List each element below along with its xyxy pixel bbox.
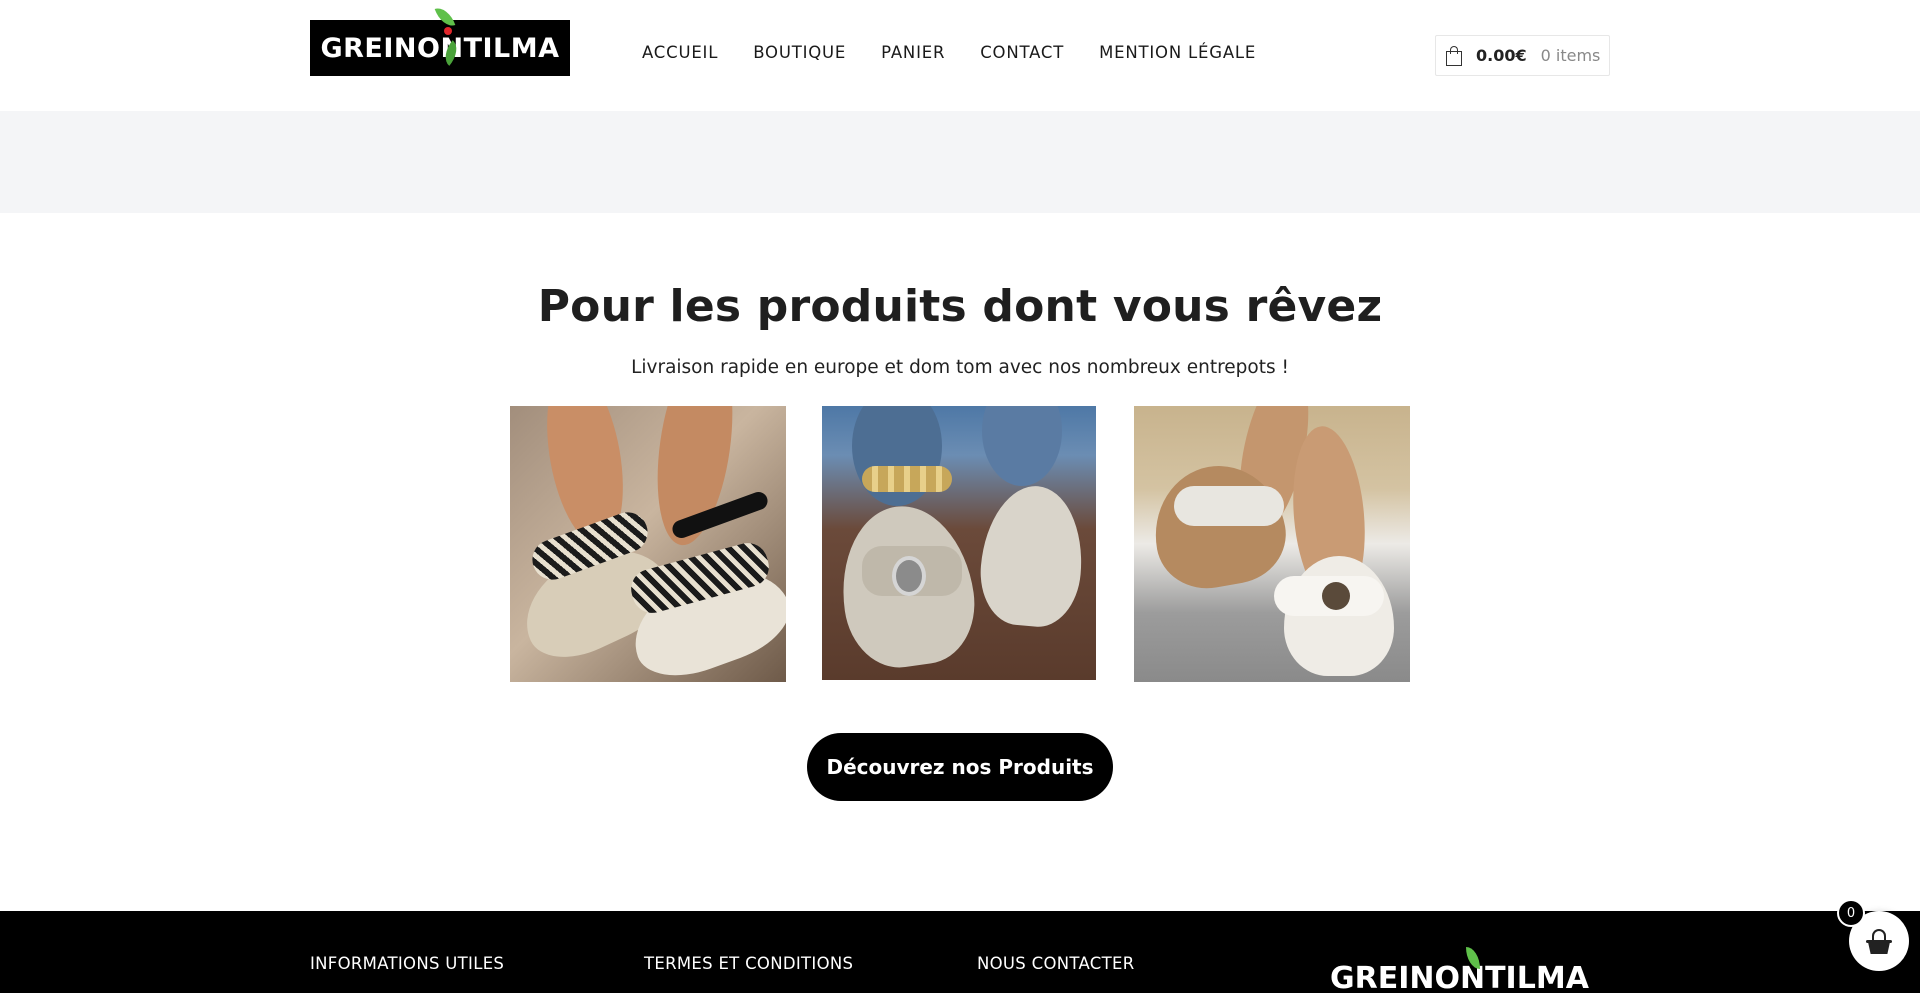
nav-item-mention-legale[interactable]: MENTION LÉGALE [1099, 43, 1256, 62]
cart-item-count: 0 items [1540, 46, 1601, 65]
footer-heading-informations: INFORMATIONS UTILES [310, 954, 505, 973]
product-image-white-sandal[interactable] [1134, 406, 1410, 682]
site-footer: INFORMATIONS UTILES TERMES ET CONDITIONS… [0, 911, 1920, 993]
main-navigation: ACCUEIL BOUTIQUE PANIER CONTACT MENTION … [642, 43, 1256, 62]
logo-text: GREINONTILMA [320, 32, 560, 64]
product-image-silver-sandal[interactable] [822, 406, 1096, 680]
nav-item-boutique[interactable]: BOUTIQUE [753, 43, 846, 62]
footer-heading-termes: TERMES ET CONDITIONS [644, 954, 854, 973]
nav-item-panier[interactable]: PANIER [881, 43, 945, 62]
cart-amount: 0.00€ [1476, 46, 1527, 65]
leaf-icon [434, 4, 456, 30]
footer-logo-text: GREINONTILMA [1330, 961, 1589, 993]
logo-dot [444, 27, 452, 35]
section-subtitle: Livraison rapide en europe et dom tom av… [631, 357, 1289, 378]
nav-item-contact[interactable]: CONTACT [980, 43, 1064, 62]
product-gallery [0, 406, 1920, 682]
section-title: Pour les produits dont vous rêvez [537, 281, 1383, 332]
site-header: GREINONTILMA ACCUEIL BOUTIQUE PANIER CON… [0, 0, 1920, 111]
hero-banner-band [0, 111, 1920, 213]
floating-cart-count-badge: 0 [1837, 899, 1865, 927]
shopping-bag-icon [1446, 45, 1462, 66]
discover-products-button[interactable]: Découvrez nos Produits [807, 733, 1113, 801]
basket-icon [1866, 929, 1892, 954]
nav-item-accueil[interactable]: ACCUEIL [642, 43, 718, 62]
footer-heading-contact: NOUS CONTACTER [977, 954, 1135, 973]
site-logo[interactable]: GREINONTILMA [310, 4, 570, 76]
header-cart-button[interactable]: 0.00€ 0 items [1435, 35, 1610, 76]
product-image-zebra-sandal[interactable] [510, 406, 786, 682]
footer-logo[interactable]: GREINONTILMA [1330, 947, 1589, 993]
